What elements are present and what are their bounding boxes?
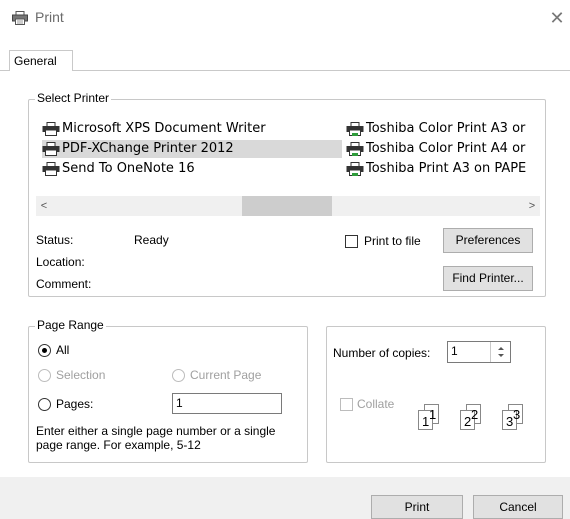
printer-icon	[12, 11, 28, 25]
printer-name: PDF-XChange Printer 2012	[62, 141, 234, 156]
printer-icon	[42, 161, 60, 176]
location-label: Location:	[36, 255, 85, 269]
pages-radio[interactable]	[38, 398, 51, 411]
page-number: 3	[513, 407, 521, 422]
printer-name: Toshiba Color Print A4 or	[366, 141, 526, 156]
page-range-legend: Page Range	[35, 318, 106, 332]
printer-icon	[42, 141, 60, 156]
printer-item[interactable]: Send To OneNote 16	[42, 160, 195, 178]
comment-label: Comment:	[36, 277, 92, 291]
printer-item[interactable]: Toshiba Color Print A4 or	[346, 140, 540, 158]
scrollbar-thumb[interactable]	[242, 196, 332, 216]
window-title: Print	[35, 9, 64, 25]
printer-item[interactable]: Microsoft XPS Document Writer	[42, 120, 266, 138]
printer-name: Toshiba Print A3 on PAPE	[366, 161, 527, 176]
print-to-file-checkbox[interactable]	[345, 235, 358, 248]
tab-general[interactable]: General	[9, 50, 73, 71]
print-button[interactable]: Print	[371, 495, 463, 519]
printer-name: Send To OneNote 16	[62, 161, 195, 176]
pages-label: Pages:	[56, 397, 94, 411]
title-bar	[0, 0, 570, 36]
current-page-radio[interactable]	[172, 369, 185, 382]
network-printer-icon	[346, 161, 364, 176]
page-number: 1	[429, 407, 437, 422]
printer-item-selected[interactable]: PDF-XChange Printer 2012	[42, 140, 342, 158]
status-label: Status:	[36, 233, 74, 247]
printer-icon	[42, 121, 60, 136]
selection-radio[interactable]	[38, 369, 51, 382]
printer-item[interactable]: Toshiba Print A3 on PAPE	[346, 160, 540, 178]
copies-label: Number of copies:	[333, 346, 431, 360]
printer-item[interactable]: Toshiba Color Print A3 or	[346, 120, 540, 138]
select-printer-legend: Select Printer	[35, 91, 112, 105]
network-printer-icon	[346, 141, 364, 156]
cancel-button[interactable]: Cancel	[473, 495, 563, 519]
pages-input[interactable]: 1	[172, 393, 282, 414]
printer-name: Toshiba Color Print A3 or	[366, 121, 526, 136]
collate-illustration: 1 1 2 2 3 3	[418, 400, 540, 440]
find-printer-button[interactable]: Find Printer...	[443, 266, 533, 291]
selection-label: Selection	[56, 368, 106, 382]
page-range-hint: Enter either a single page number or a s…	[36, 424, 276, 452]
collate-checkbox[interactable]	[340, 398, 353, 411]
all-label: All	[56, 343, 70, 357]
scroll-left-icon[interactable]: <	[36, 196, 52, 216]
collate-label: Collate	[357, 397, 395, 411]
radio-selected-dot	[42, 348, 47, 353]
all-radio[interactable]	[38, 344, 51, 357]
preferences-button[interactable]: Preferences	[443, 228, 533, 253]
network-printer-icon	[346, 121, 364, 136]
status-value: Ready	[134, 233, 169, 247]
close-icon[interactable]: ✕	[544, 5, 570, 31]
print-to-file-label: Print to file	[364, 234, 421, 248]
scroll-right-icon[interactable]: >	[524, 196, 540, 216]
copies-spinner[interactable]	[490, 342, 510, 362]
page-number: 2	[471, 407, 479, 422]
current-page-label: Current Page	[190, 368, 262, 382]
printer-name: Microsoft XPS Document Writer	[62, 121, 266, 136]
